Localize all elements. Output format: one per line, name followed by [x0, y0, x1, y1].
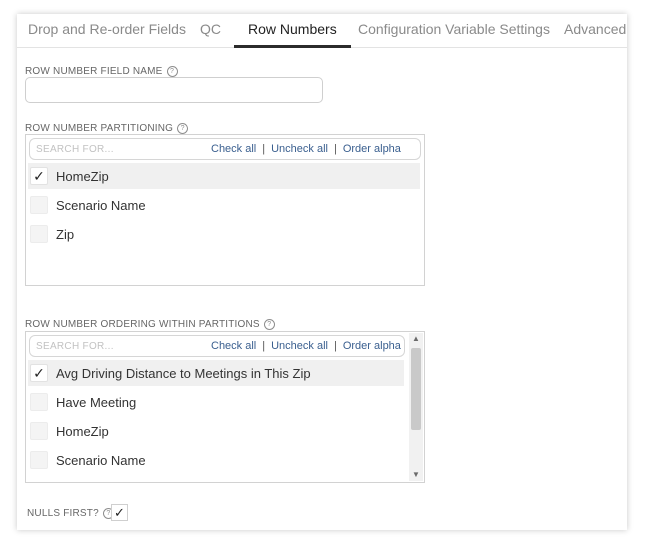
partitioning-search-bar: SEARCH FOR... Check all | Uncheck all | Orde…: [29, 138, 421, 160]
checkbox[interactable]: ✓: [30, 364, 48, 382]
partitioning-listbox: SEARCH FOR... Check all | Uncheck all | Orde…: [25, 134, 425, 286]
partitioning-item-label: HomeZip: [56, 169, 109, 184]
checkbox[interactable]: [30, 422, 48, 440]
partitioning-item-label: Zip: [56, 227, 75, 242]
separator: |: [333, 340, 337, 352]
checkbox[interactable]: [30, 225, 48, 243]
check-all-link[interactable]: Check all: [211, 340, 256, 352]
partitioning-item-homezip[interactable]: ✓ HomeZip: [28, 163, 420, 189]
ordering-item-avg-driving-distance[interactable]: ✓ Avg Driving Distance to Meetings in Th…: [28, 360, 404, 386]
row-number-ordering-label: ROW NUMBER ORDERING WITHIN PARTITIONS?: [25, 319, 275, 330]
tab-drop-reorder-fields[interactable]: Drop and Re-order Fields: [28, 14, 186, 47]
nulls-first-label-text: NULLS FIRST?: [27, 508, 99, 519]
ordering-item-scenario-name[interactable]: Scenario Name: [28, 447, 404, 473]
separator: |: [333, 143, 337, 155]
help-icon[interactable]: ?: [166, 66, 178, 77]
tab-bar: Drop and Re-order Fields QC Row Numbers …: [17, 14, 627, 48]
scroll-down-icon[interactable]: ▼: [409, 469, 423, 481]
order-alpha-link[interactable]: Order alpha: [343, 143, 401, 155]
order-alpha-link[interactable]: Order alpha: [343, 340, 401, 352]
ordering-item-homezip[interactable]: HomeZip: [28, 418, 404, 444]
ordering-item-label: HomeZip: [56, 424, 109, 439]
ordering-item-label: Have Meeting: [56, 395, 137, 410]
checkbox[interactable]: ✓: [30, 167, 48, 185]
settings-panel: Drop and Re-order Fields QC Row Numbers …: [17, 14, 627, 530]
partitioning-item-zip[interactable]: Zip: [28, 221, 420, 247]
tab-advanced[interactable]: Advanced: [564, 14, 626, 47]
separator: |: [262, 340, 266, 352]
nulls-first-label: NULLS FIRST??: [27, 508, 114, 519]
ordering-search-input[interactable]: SEARCH FOR...: [36, 341, 114, 352]
ordering-item-label: Scenario Name: [56, 453, 146, 468]
ordering-item-label: Avg Driving Distance to Meetings in This…: [56, 366, 311, 381]
separator: |: [262, 143, 266, 155]
checkbox[interactable]: [30, 451, 48, 469]
ordering-actions: Check all | Uncheck all | Order alpha: [211, 340, 401, 352]
tab-row-numbers[interactable]: Row Numbers: [234, 14, 351, 48]
row-number-field-name-label-text: ROW NUMBER FIELD NAME: [25, 66, 163, 77]
check-all-link[interactable]: Check all: [211, 143, 256, 155]
checkbox[interactable]: [30, 196, 48, 214]
row-number-ordering-label-text: ROW NUMBER ORDERING WITHIN PARTITIONS: [25, 319, 260, 330]
partitioning-search-input[interactable]: SEARCH FOR...: [36, 144, 114, 155]
row-number-field-name-input[interactable]: [25, 77, 323, 103]
scroll-thumb[interactable]: [411, 348, 421, 430]
ordering-scrollbar[interactable]: ▲ ▼: [409, 333, 423, 481]
help-icon[interactable]: ?: [263, 319, 275, 330]
tab-configuration-variable-settings[interactable]: Configuration Variable Settings: [358, 14, 550, 47]
ordering-listbox: SEARCH FOR... Check all | Uncheck all | Orde…: [25, 331, 425, 483]
row-number-partitioning-label: ROW NUMBER PARTITIONING?: [25, 123, 189, 134]
partitioning-item-label: Scenario Name: [56, 198, 146, 213]
ordering-item-have-meeting[interactable]: Have Meeting: [28, 389, 404, 415]
scroll-up-icon[interactable]: ▲: [409, 333, 423, 345]
tab-qc[interactable]: QC: [200, 14, 221, 47]
partitioning-actions: Check all | Uncheck all | Order alpha: [211, 143, 401, 155]
uncheck-all-link[interactable]: Uncheck all: [271, 143, 328, 155]
ordering-search-bar: SEARCH FOR... Check all | Uncheck all | Orde…: [29, 335, 405, 357]
row-number-partitioning-label-text: ROW NUMBER PARTITIONING: [25, 123, 174, 134]
partitioning-item-scenario-name[interactable]: Scenario Name: [28, 192, 420, 218]
help-icon[interactable]: ?: [177, 123, 189, 134]
row-number-field-name-label: ROW NUMBER FIELD NAME?: [25, 66, 178, 77]
uncheck-all-link[interactable]: Uncheck all: [271, 340, 328, 352]
checkbox[interactable]: [30, 393, 48, 411]
nulls-first-checkbox[interactable]: ✓: [111, 504, 128, 521]
